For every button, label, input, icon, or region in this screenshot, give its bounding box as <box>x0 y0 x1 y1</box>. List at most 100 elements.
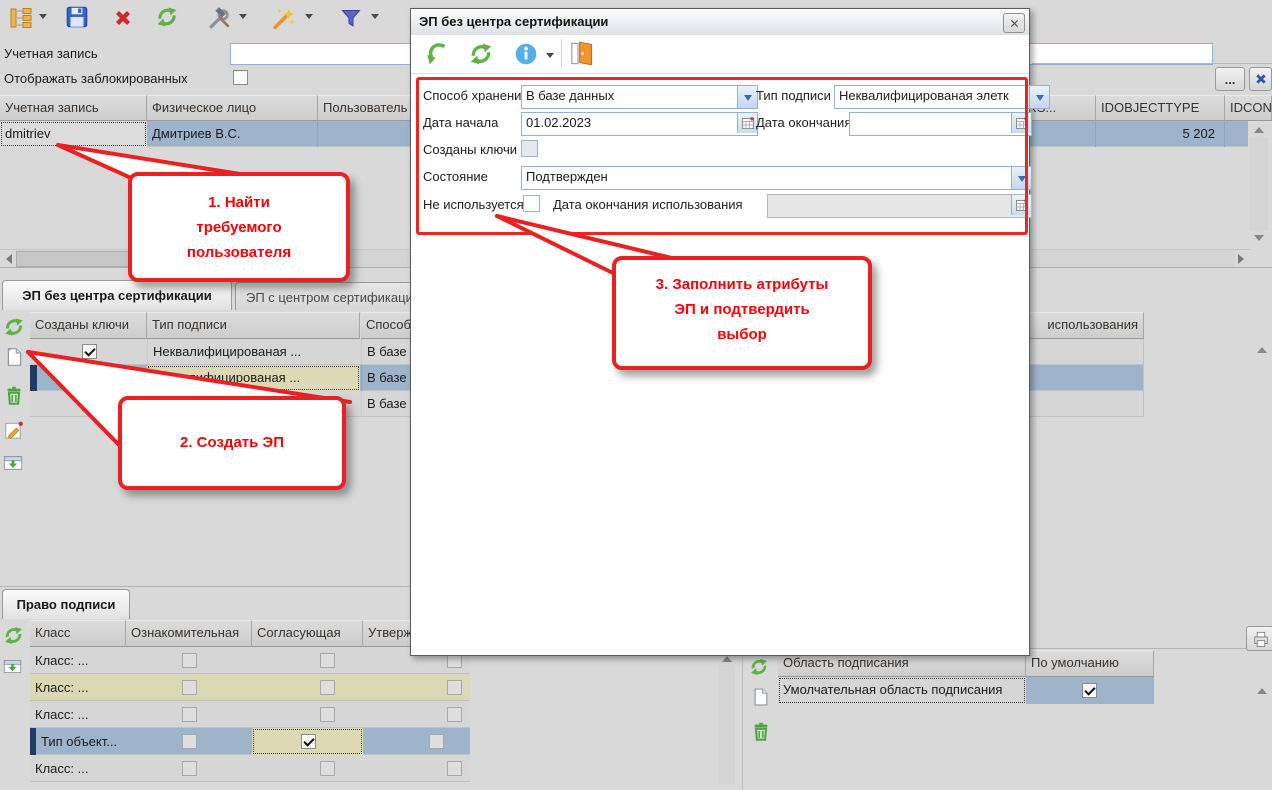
review-checkbox[interactable] <box>182 761 197 776</box>
close-icon <box>1009 18 1020 29</box>
default-checkbox[interactable] <box>1082 683 1097 698</box>
callout-step3-line3: выбор <box>616 322 868 347</box>
rights-row-5[interactable]: Класс: ... <box>30 755 470 782</box>
dialog-undo-button[interactable] <box>423 40 451 68</box>
dialog-info-button[interactable] <box>513 41 539 67</box>
clear-condition-button[interactable] <box>1249 67 1272 91</box>
callout-step2-text: 2. Создать ЭП <box>180 434 284 451</box>
dialog-toolbar <box>411 35 1029 74</box>
rights-cell-class[interactable]: Класс: ... <box>30 648 126 673</box>
dialog-refresh-button[interactable] <box>467 40 495 68</box>
area-col-default[interactable]: По умолчанию <box>1026 650 1154 677</box>
tree-view-dropdown[interactable] <box>36 4 50 32</box>
refresh-button[interactable] <box>152 3 182 31</box>
area-scroll-up-arrow[interactable] <box>1254 682 1270 697</box>
users-col-account[interactable]: Учетная запись <box>0 95 147 121</box>
area-cell-default[interactable] <box>1026 677 1154 704</box>
review-checkbox[interactable] <box>182 707 197 722</box>
approve-checkbox[interactable] <box>447 707 462 722</box>
review-checkbox[interactable] <box>182 734 197 749</box>
area-row[interactable]: Умолчательная область подписания <box>778 677 1154 704</box>
agree-checkbox[interactable] <box>320 707 335 722</box>
scroll-up-arrow[interactable] <box>1250 121 1268 137</box>
column-divider <box>1224 121 1225 147</box>
sig-refresh-button[interactable] <box>2 315 26 339</box>
rights-refresh-button[interactable] <box>2 624 25 647</box>
agree-checkbox[interactable] <box>320 680 335 695</box>
users-col-idobjecttype[interactable]: IDOBJECTTYPE <box>1096 95 1225 121</box>
area-delete-button[interactable] <box>750 720 772 743</box>
tab-sign-rights[interactable]: Право подписи <box>2 589 130 619</box>
dialog-info-dropdown[interactable] <box>543 43 557 71</box>
agree-checkbox[interactable] <box>320 653 335 668</box>
filter-funnel-icon <box>339 6 363 30</box>
users-col-idcontact[interactable]: IDCONTACT <box>1225 95 1272 121</box>
review-checkbox[interactable] <box>182 680 197 695</box>
filter-dropdown[interactable] <box>368 4 382 32</box>
refresh-icon <box>467 40 495 68</box>
rights-col-agree[interactable]: Согласующая <box>252 620 363 647</box>
approve-checkbox[interactable] <box>447 761 462 776</box>
sig-scroll-up-arrow[interactable] <box>1254 341 1270 356</box>
wizard-button[interactable] <box>268 4 298 32</box>
dialog-close-button[interactable] <box>1003 13 1025 33</box>
scroll-down-arrow[interactable] <box>1250 231 1268 247</box>
delete-button[interactable] <box>108 4 138 32</box>
rights-vscrollbar[interactable] <box>718 650 735 784</box>
review-checkbox[interactable] <box>182 653 197 668</box>
refresh-icon <box>2 624 25 647</box>
more-button-label: ... <box>1225 72 1236 87</box>
rights-cell-class[interactable]: Тип объект... <box>36 729 128 754</box>
rights-col-review[interactable]: Ознакомительная <box>126 620 252 647</box>
users-vscrollbar[interactable] <box>1250 121 1268 247</box>
show-blocked-label: Отображать заблокированных <box>4 71 188 86</box>
tab-ep-no-ca[interactable]: ЭП без центра сертификации <box>2 280 232 310</box>
rights-row-3[interactable]: Класс: ... <box>30 701 470 728</box>
tree-view-button[interactable] <box>6 4 36 32</box>
callout-step1-line3: пользователя <box>132 240 346 265</box>
agree-checkbox[interactable] <box>320 761 335 776</box>
approve-checkbox[interactable] <box>429 734 444 749</box>
more-button[interactable]: ... <box>1215 67 1245 91</box>
tools-icon <box>207 6 232 31</box>
rights-cell-class[interactable]: Класс: ... <box>30 756 126 781</box>
application-window: Учетная запись Отображать заблокированны… <box>0 0 1272 790</box>
blue-x-icon <box>1253 71 1269 87</box>
tools-dropdown[interactable] <box>236 4 250 32</box>
chevron-down-icon[interactable] <box>1029 86 1049 108</box>
rights-row-2[interactable]: Класс: ... <box>30 674 470 701</box>
tree-view-icon <box>9 6 33 30</box>
wizard-dropdown[interactable] <box>302 4 316 32</box>
sig-col-keys[interactable]: Созданы ключи <box>30 312 147 339</box>
users-col-person[interactable]: Физическое лицо <box>147 95 318 121</box>
area-new-button[interactable] <box>751 686 771 708</box>
area-refresh-button[interactable] <box>748 656 770 678</box>
callout-step1-line1: 1. Найти <box>132 190 346 215</box>
delete-x-icon <box>111 6 135 30</box>
show-blocked-checkbox[interactable] <box>233 70 248 85</box>
callout-step3: 3. Заполнить атрибуты ЭП и подтвердить в… <box>612 256 872 370</box>
save-button[interactable] <box>62 3 92 31</box>
rights-cell-class[interactable]: Класс: ... <box>30 702 126 727</box>
toolbar-separator <box>561 39 562 69</box>
rights-col-class[interactable]: Класс <box>30 620 126 647</box>
sig-col-type[interactable]: Тип подписи <box>147 312 360 339</box>
tab-ep-with-ca[interactable]: ЭП с центром сертификации <box>235 282 435 310</box>
rights-fill-table-button[interactable] <box>2 657 23 676</box>
dialog-exit-button[interactable] <box>569 40 596 67</box>
area-cell-name[interactable]: Умолчательная область подписания <box>778 677 1026 704</box>
tools-button[interactable] <box>204 4 234 32</box>
agree-cell-focused[interactable] <box>252 728 363 755</box>
rights-row-1[interactable]: Класс: ... <box>30 647 470 674</box>
agree-checkbox[interactable] <box>301 734 316 749</box>
filter-button[interactable] <box>336 4 366 32</box>
rights-cell-class[interactable]: Класс: ... <box>30 675 126 700</box>
scroll-left-arrow[interactable] <box>0 250 16 268</box>
approve-checkbox[interactable] <box>447 680 462 695</box>
printer-icon <box>1251 629 1271 649</box>
print-button[interactable] <box>1246 626 1272 651</box>
users-cell-idobjecttype[interactable]: 5 202 <box>1096 121 1220 147</box>
rights-row-4[interactable]: Тип объект... <box>30 728 470 755</box>
callout-step2: 2. Создать ЭП <box>118 396 346 490</box>
scroll-right-arrow[interactable] <box>1234 250 1250 268</box>
